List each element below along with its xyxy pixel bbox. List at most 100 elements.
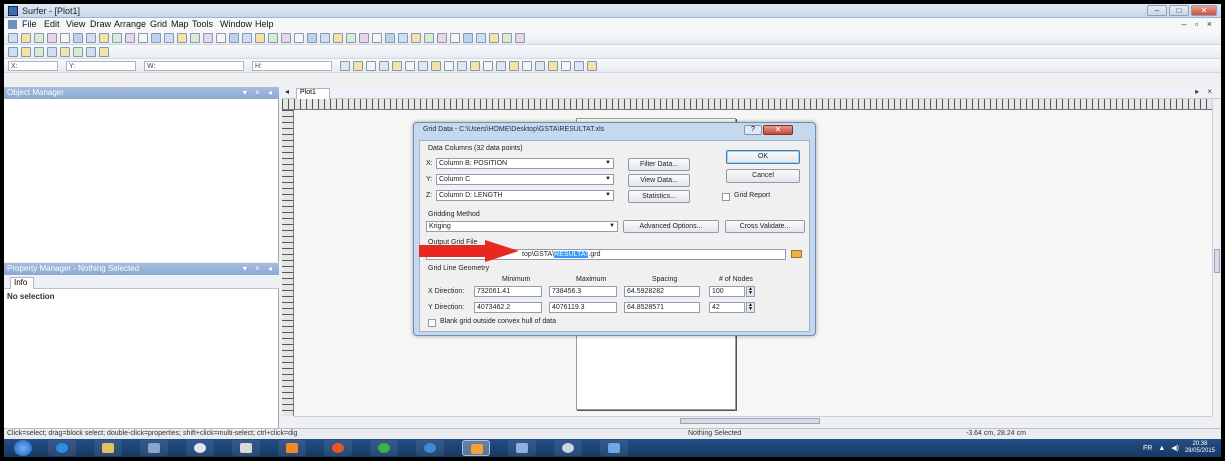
taskbar-surfer-button[interactable] [462,440,490,456]
toolbar-tool-icon[interactable] [229,33,239,43]
x-nodes-input[interactable]: 100 [709,286,745,297]
toolbar-tool-icon[interactable] [548,61,558,71]
y-spacing-input[interactable]: 64.8528571 [624,302,700,313]
y-column-select[interactable]: Column C ▼ [436,174,614,185]
grid-report-checkbox[interactable] [722,193,730,201]
x-nodes-spinner[interactable]: ▲ ▼ [746,286,755,297]
toolbar-tool-icon[interactable] [340,61,350,71]
toolbar-tool-icon[interactable] [281,33,291,43]
menu-help[interactable]: Help [255,19,274,29]
object-manager-tree[interactable] [4,99,279,262]
width-field[interactable]: W: [144,61,244,71]
x-spacing-input[interactable]: 64.5928282 [624,286,700,297]
menu-view[interactable]: View [66,19,85,29]
toolbar-tool-icon[interactable] [437,33,447,43]
taskbar-app3-button[interactable] [600,440,628,456]
toolbar-tool-icon[interactable] [164,33,174,43]
toolbar-tool-icon[interactable] [203,33,213,43]
taskbar-chrome-button[interactable] [370,440,398,456]
advanced-options-button[interactable]: Advanced Options... [623,220,719,233]
menu-tools[interactable]: Tools [192,19,213,29]
toolbar-tool-icon[interactable] [522,61,532,71]
cross-validate-button[interactable]: Cross Validate... [725,220,805,233]
toolbar-tool-icon[interactable] [151,33,161,43]
toolbar-tool-icon[interactable] [73,47,83,57]
toolbar-tool-icon[interactable] [34,33,44,43]
clock[interactable]: 20:38 28/05/2015 [1185,441,1215,455]
taskbar-doc-button[interactable] [508,440,536,456]
toolbar-tool-icon[interactable] [405,61,415,71]
menu-file[interactable]: File [22,19,37,29]
toolbar-tool-icon[interactable] [138,33,148,43]
toolbar-tool-icon[interactable] [86,47,96,57]
height-field[interactable]: H: [252,61,332,71]
toolbar-tool-icon[interactable] [444,61,454,71]
toolbar-tool-icon[interactable] [392,61,402,71]
tab-plot1[interactable]: Plot1 [296,88,330,99]
toolbar-tool-icon[interactable] [418,61,428,71]
property-manager-header[interactable]: Property Manager - Nothing Selected ▾ × … [4,263,279,275]
object-manager-header[interactable]: Object Manager ▾ × ◂ [4,87,279,99]
toolbar-tool-icon[interactable] [60,33,70,43]
tab-info[interactable]: Info [10,277,34,289]
y-nodes-input[interactable]: 42 [709,302,745,313]
toolbar-tool-icon[interactable] [21,47,31,57]
toolbar-tool-icon[interactable] [21,33,31,43]
taskbar-firefox-button[interactable] [324,440,352,456]
toolbar-tool-icon[interactable] [346,33,356,43]
toolbar-tool-icon[interactable] [509,61,519,71]
taskbar-vlc-button[interactable] [278,440,306,456]
toolbar-tool-icon[interactable] [476,33,486,43]
toolbar-tool-icon[interactable] [190,33,200,43]
toolbar-tool-icon[interactable] [450,33,460,43]
toolbar-tool-icon[interactable] [8,33,18,43]
toolbar-tool-icon[interactable] [47,47,57,57]
toolbar-tool-icon[interactable] [99,33,109,43]
taskbar-edge-button[interactable] [416,440,444,456]
menu-edit[interactable]: Edit [44,19,60,29]
tab-scroll-left-icon[interactable]: ◂ [285,87,289,96]
toolbar-tool-icon[interactable] [47,33,57,43]
start-button[interactable] [14,440,32,456]
minimize-button[interactable]: – [1147,5,1167,16]
vertical-scroll-thumb[interactable] [1214,249,1220,273]
menu-grid[interactable]: Grid [150,19,167,29]
toolbar-tool-icon[interactable] [574,61,584,71]
toolbar-tool-icon[interactable] [463,33,473,43]
toolbar-tool-icon[interactable] [73,33,83,43]
statistics-button[interactable]: Statistics... [628,190,690,203]
document-menu-icon[interactable] [8,20,17,29]
toolbar-tool-icon[interactable] [535,61,545,71]
taskbar-calc-button[interactable] [232,440,260,456]
maximize-button[interactable]: □ [1169,5,1189,16]
toolbar-tool-icon[interactable] [353,61,363,71]
toolbar-tool-icon[interactable] [431,61,441,71]
toolbar-tool-icon[interactable] [34,47,44,57]
close-button[interactable]: ✕ [1191,5,1217,16]
menu-draw[interactable]: Draw [90,19,111,29]
x-column-select[interactable]: Column B: POSITION ▼ [436,158,614,169]
x-minimum-input[interactable]: 732061.41 [474,286,542,297]
taskbar-ie-button[interactable] [48,440,76,456]
menu-arrange[interactable]: Arrange [114,19,146,29]
taskbar-explorer-button[interactable] [94,440,122,456]
filter-data-button[interactable]: Filter Data... [628,158,690,171]
horizontal-scroll-thumb[interactable] [680,418,820,424]
object-manager-controls[interactable]: ▾ × ◂ [243,87,275,99]
toolbar-tool-icon[interactable] [587,61,597,71]
property-manager-controls[interactable]: ▾ × ◂ [243,263,275,275]
toolbar-tool-icon[interactable] [177,33,187,43]
toolbar-tool-icon[interactable] [457,61,467,71]
toolbar-tool-icon[interactable] [424,33,434,43]
toolbar-tool-icon[interactable] [515,33,525,43]
x-maximum-input[interactable]: 738456.3 [549,286,617,297]
surfer-app-icon[interactable] [8,6,18,16]
toolbar-tool-icon[interactable] [502,33,512,43]
toolbar-tool-icon[interactable] [483,61,493,71]
horizontal-scrollbar[interactable] [294,416,1212,425]
gridding-method-select[interactable]: Kriging ▼ [426,221,618,232]
document-close-controls[interactable]: ▸ × [1195,87,1215,96]
toolbar-tool-icon[interactable] [385,33,395,43]
x-position-field[interactable]: X: [8,61,58,71]
toolbar-tool-icon[interactable] [489,33,499,43]
